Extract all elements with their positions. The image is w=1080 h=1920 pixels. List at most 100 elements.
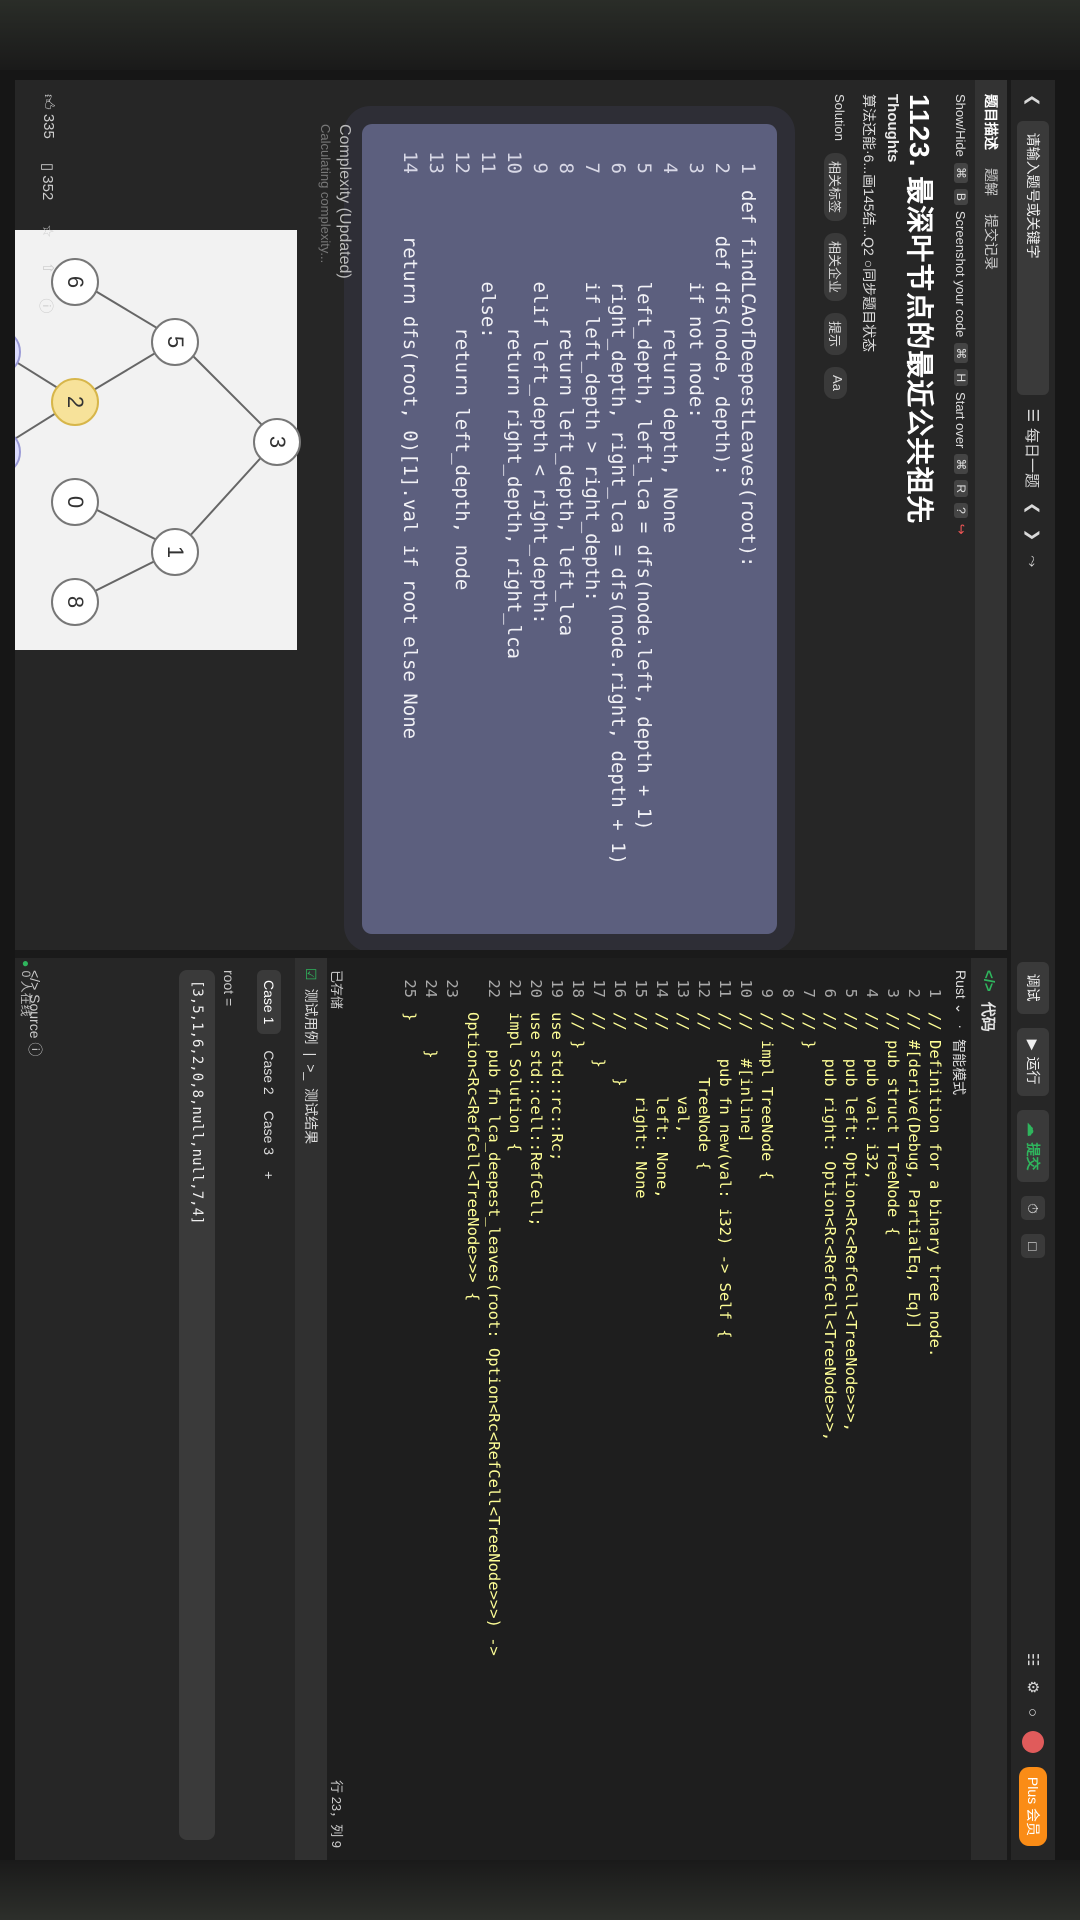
editor-line-text: // right: None <box>632 1012 650 1199</box>
editor-line: 22 pub fn lca_deepest_leaves(root: Optio… <box>483 958 504 1656</box>
code-text: def dfs(node, depth): <box>711 190 733 476</box>
plus-label: Plus 会员 <box>1025 1776 1041 1836</box>
code-line: 1 def findLCAofDeepestLeaves(root): <box>735 124 761 568</box>
editor-line: 18 // } <box>567 958 588 1049</box>
tree-node: 6 <box>51 258 99 306</box>
mode-select[interactable]: 智能模式 <box>949 1039 969 1095</box>
tree-node: 0 <box>51 478 99 526</box>
editor-line-text: impl Solution { <box>506 1012 524 1152</box>
complexity-status: Calculating complexity... <box>318 124 333 264</box>
editor-line: 12 // TreeNode { <box>693 958 714 1171</box>
editor-line-number: 12 <box>695 979 713 998</box>
tab-submissions[interactable]: 提交记录 <box>981 214 1001 270</box>
plus-button[interactable]: Plus 会员 <box>1019 1766 1047 1846</box>
help-circle-icon[interactable]: ⓘ <box>36 298 57 313</box>
editor-line-text: // TreeNode { <box>695 1012 713 1171</box>
help-icon[interactable]: ? <box>954 503 968 518</box>
line-number: 6 <box>607 162 629 174</box>
editor-line: 6 // pub right: Option<Rc<RefCell<TreeNod… <box>819 958 840 1442</box>
next-icon[interactable]: ❯ <box>1024 529 1042 542</box>
editor-line-text: Option<Rc<RefCell<TreeNode>>> { <box>464 1012 482 1302</box>
exit-icon[interactable]: ↪ <box>953 524 969 535</box>
case-tab[interactable]: Case 2 <box>257 1050 281 1094</box>
param-input[interactable]: [3,5,1,6,2,0,8,null,null,7,4] <box>179 970 215 1840</box>
search-box[interactable]: 请输入题号或关键字 <box>1017 120 1049 395</box>
case-tab[interactable]: Case 1 <box>257 970 281 1035</box>
editor-line-text: // <box>779 1012 797 1031</box>
overlay-shortcuts: Show/Hide ⌘ B Screenshot your code ⌘ H Sta… <box>953 94 970 535</box>
kbd-r: R <box>954 480 968 498</box>
editor-line: 1 // Definition for a binary tree node. <box>924 958 945 1358</box>
shortcut-screenshot[interactable]: Screenshot your code <box>954 211 969 337</box>
grid-icon[interactable]: ☷ <box>1024 1653 1042 1666</box>
editor-line: 4 // pub val: i32, <box>861 958 882 1180</box>
search-placeholder: 请输入题号或关键字 <box>1025 132 1041 259</box>
back-icon[interactable]: ❮ <box>1024 94 1042 107</box>
submit-button[interactable]: ☁ 提交 <box>1017 1110 1049 1183</box>
line-number: 14 <box>399 151 421 174</box>
editor-line-number: 17 <box>590 979 608 998</box>
online-count: ● 0 人在线 <box>18 960 35 1017</box>
editor-line: 14 // left: None, <box>651 958 672 1199</box>
code-text: return left_depth, node <box>451 190 473 591</box>
companies-chip[interactable]: 相关企业 <box>824 233 847 302</box>
submit-label: 提交 <box>1025 1142 1041 1171</box>
streak-icon[interactable]: ○ <box>1025 1708 1042 1717</box>
kbd-icon: ⌘ <box>954 162 968 183</box>
editor-line: 21 impl Solution { <box>504 958 525 1152</box>
editor-line-text: // pub fn new(val: i32) -> Self { <box>716 1012 734 1339</box>
settings-icon[interactable]: ⚙ <box>1024 1680 1042 1693</box>
tab-description[interactable]: 题目描述 <box>981 94 1001 150</box>
editor-line-number: 6 <box>821 988 839 998</box>
line-number: 11 <box>477 151 499 174</box>
like-icon[interactable]: 👍︎ 335 <box>36 94 57 139</box>
kbd-b: B <box>954 188 968 205</box>
editor-line-text: // left: None, <box>653 1012 671 1199</box>
editor-line-number: 18 <box>569 979 587 998</box>
divider: | <box>303 1052 319 1057</box>
tab-results[interactable]: 测试结果 <box>301 1088 321 1144</box>
avatar[interactable] <box>1022 1730 1044 1753</box>
shortcut-show-hide[interactable]: Show/Hide <box>954 94 969 157</box>
editor-line-text: // } <box>590 1012 608 1068</box>
font-size-chip[interactable]: Aa <box>824 367 847 399</box>
problem-list-icon[interactable]: ☰ 每日一题 <box>1023 409 1044 488</box>
terminal-icon: >_ <box>303 1064 319 1081</box>
shuffle-icon[interactable]: ⤳ <box>1025 555 1042 567</box>
shortcut-start-over[interactable]: Start over <box>954 392 969 448</box>
editor-line: 23 <box>441 958 462 1012</box>
code-text: left_depth, left_lca = dfs(node.left, de… <box>633 190 655 831</box>
timer-icon[interactable]: ⏱ <box>1021 1196 1045 1221</box>
comment-icon[interactable]: ▯ 352 <box>36 163 57 200</box>
language-select[interactable]: Rust ⌄ <box>949 970 969 1014</box>
editor-line-number: 11 <box>716 979 734 998</box>
share-icon[interactable]: ⇧ <box>36 262 57 275</box>
editor-line-text: // } <box>569 1012 587 1050</box>
debug-button[interactable]: 调试 <box>1017 961 1049 1014</box>
run-button[interactable]: ▶ 运行 <box>1017 1027 1049 1097</box>
prev-icon[interactable]: ❮ <box>1024 502 1042 515</box>
editor-line: 9 // impl TreeNode { <box>756 958 777 1180</box>
case-tab[interactable]: Case 3 <box>257 1111 281 1155</box>
editor-line-text: // val, <box>674 1012 692 1134</box>
tree-node-highlight: 2 <box>51 378 99 426</box>
editor-line: 19use std::rc::Rc; <box>546 958 567 1161</box>
line-number: 12 <box>451 151 473 174</box>
star-icon[interactable]: ☆ <box>36 224 57 237</box>
param-label: root = <box>221 970 237 1007</box>
editor-line-number: 24 <box>422 979 440 998</box>
photo-frame: ❮ 请输入题号或关键字 ☰ 每日一题 ❮ ❯ ⤳ 调试 ▶ 运行 ☁ 提交 ⏱ … <box>0 0 1080 1920</box>
tags-chip[interactable]: 相关标签 <box>824 152 847 221</box>
tab-solutions[interactable]: 题解 <box>981 168 1001 196</box>
note-icon[interactable]: □ <box>1021 1234 1045 1259</box>
code-line: 10 return right_depth, right_lca <box>501 124 527 659</box>
tab-testcases[interactable]: 测试用例 <box>301 989 321 1045</box>
editor-line: 7 // } <box>798 958 819 1050</box>
editor-line-number: 2 <box>905 988 923 998</box>
thoughts-heading: Thoughts <box>884 94 901 163</box>
add-case-icon[interactable]: + <box>257 1171 281 1179</box>
line-number: 4 <box>659 162 681 174</box>
hint-chip[interactable]: 提示 <box>824 313 847 356</box>
editor-line-text: // pub val: i32, <box>863 1012 881 1180</box>
code-line: 5 left_depth, left_lca = dfs(node.left, … <box>631 124 657 831</box>
